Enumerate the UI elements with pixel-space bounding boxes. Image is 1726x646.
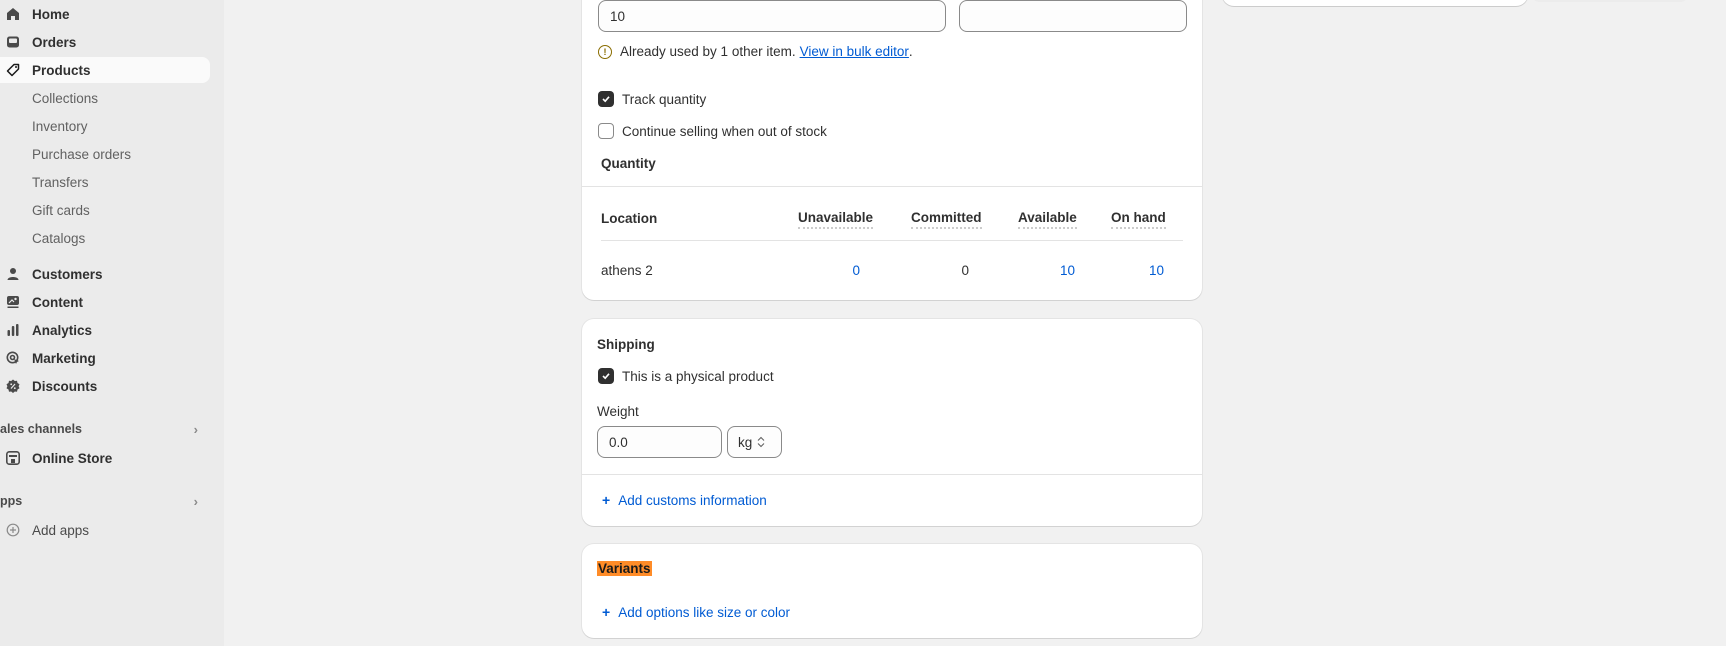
continue-selling-checkbox[interactable]: Continue selling when out of stock [598,123,827,139]
side-card [1222,0,1528,6]
checkbox-label: Track quantity [622,91,707,107]
sidebar-item-label: Add apps [32,522,90,538]
variants-card: Variants + Add options like size or colo… [582,544,1202,638]
tag-icon [5,62,21,78]
chevron-right-icon: › [193,493,198,509]
sidebar-item-content[interactable]: Content [0,289,210,315]
section-label: pps [0,494,23,508]
weight-unit-value: kg [738,434,753,450]
barcode-input[interactable] [959,0,1187,32]
sidebar-item-home[interactable]: Home [0,1,210,27]
sidebar-subitem-purchase-orders[interactable]: Purchase orders [32,143,131,165]
sku-input[interactable]: 10 [598,0,946,32]
sidebar-item-label: Orders [32,34,77,50]
sidebar-subitem-transfers[interactable]: Transfers [32,171,89,193]
view-bulk-editor-link[interactable]: View in bulk editor [800,44,909,59]
add-customs-info-link[interactable]: + Add customs information [602,492,767,508]
variants-title-highlight: Variants [597,561,652,576]
col-header-available[interactable]: Available [1018,210,1077,229]
sidebar-item-label: Content [32,294,83,310]
warning-icon: ! [598,44,612,59]
physical-product-checkbox[interactable]: This is a physical product [598,368,774,384]
sidebar-item-label: Customers [32,266,103,282]
sales-channels-header[interactable]: ales channels › [0,419,210,439]
sidebar-subitem-inventory[interactable]: Inventory [32,115,88,137]
person-icon [5,266,21,282]
inventory-card: 10 ! Already used by 1 other item. View … [582,0,1202,300]
shipping-card: Shipping This is a physical product Weig… [582,319,1202,526]
content-icon [5,294,21,310]
sidebar-item-add-apps[interactable]: Add apps [0,517,210,543]
home-icon [5,6,21,22]
variants-title: Variants [597,561,652,576]
warning-suffix: . [908,44,913,59]
divider [582,474,1202,475]
quantity-title: Quantity [601,156,656,171]
track-quantity-checkbox[interactable]: Track quantity [598,91,706,107]
target-icon [5,350,21,366]
divider [582,186,1202,187]
cell-on-hand[interactable]: 10 [1111,263,1164,278]
side-card-edge [1530,0,1690,2]
chevron-right-icon: › [193,421,198,437]
table-divider [601,240,1183,241]
discount-icon [5,378,21,394]
store-icon [5,450,21,466]
plus-icon: + [602,604,611,620]
sidebar-subitem-catalogs[interactable]: Catalogs [32,227,85,249]
cell-location: athens 2 [601,263,653,278]
sidebar-subitem-collections[interactable]: Collections [32,87,98,109]
sidebar-item-label: Home [32,6,70,22]
col-header-on-hand[interactable]: On hand [1111,210,1166,229]
checkbox-label: Continue selling when out of stock [622,123,827,139]
col-header-committed[interactable]: Committed [911,210,982,229]
add-options-link[interactable]: + Add options like size or color [602,604,790,620]
sidebar-subitem-gift-cards[interactable]: Gift cards [32,199,90,221]
sidebar: Home Orders Products Collections Invento… [0,0,224,646]
sidebar-item-online-store[interactable]: Online Store [0,445,210,471]
select-arrows-icon [757,436,765,448]
sidebar-item-label: Analytics [32,322,93,338]
sidebar-item-analytics[interactable]: Analytics [0,317,210,343]
sidebar-item-label: Products [32,62,91,78]
weight-input[interactable]: 0.0 [597,426,722,458]
checkbox-checked[interactable] [598,368,614,384]
plus-circle-icon [5,522,21,538]
cell-available[interactable]: 10 [1018,263,1075,278]
sidebar-item-products[interactable]: Products [0,57,210,83]
sidebar-item-label: Marketing [32,350,96,366]
checkbox-label: This is a physical product [622,368,774,384]
link-label: Add customs information [618,492,767,508]
cell-unavailable[interactable]: 0 [798,263,860,278]
sidebar-item-customers[interactable]: Customers [0,261,210,287]
sidebar-item-marketing[interactable]: Marketing [0,345,210,371]
weight-label: Weight [597,404,639,419]
sidebar-item-label: Online Store [32,450,113,466]
apps-header[interactable]: pps › [0,491,210,511]
shipping-title: Shipping [597,337,655,352]
checkbox-checked[interactable] [598,91,614,107]
checkbox-unchecked[interactable] [598,123,614,139]
bar-chart-icon [5,322,21,338]
weight-unit-select[interactable]: kg [727,426,782,458]
sidebar-item-label: Discounts [32,378,98,394]
inbox-icon [5,34,21,50]
warning-text: Already used by 1 other item. [620,44,796,59]
sku-warning: ! Already used by 1 other item. View in … [598,44,913,59]
cell-committed: 0 [961,263,969,278]
sidebar-item-orders[interactable]: Orders [0,29,210,55]
section-label: ales channels [0,422,82,436]
plus-icon: + [602,492,611,508]
sidebar-item-discounts[interactable]: Discounts [0,373,210,399]
col-header-location: Location [601,211,658,226]
link-label: Add options like size or color [618,604,791,620]
col-header-unavailable[interactable]: Unavailable [798,210,874,229]
